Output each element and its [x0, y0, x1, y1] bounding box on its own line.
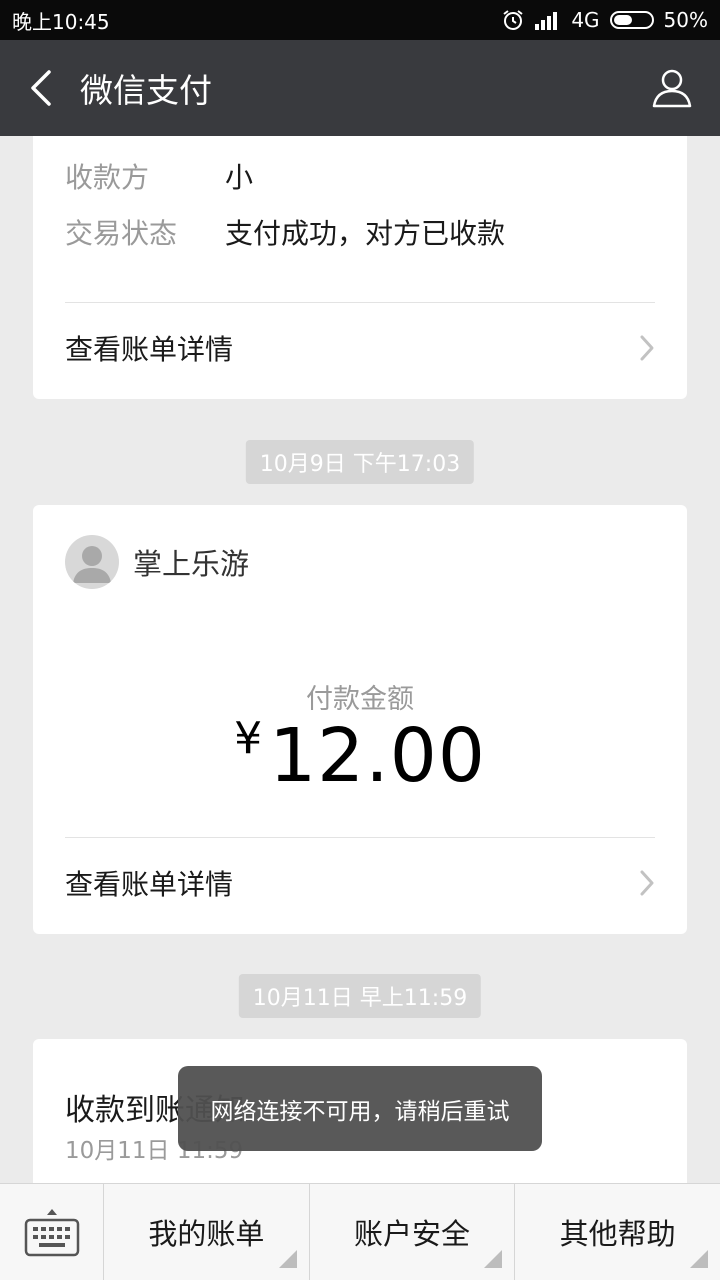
keyboard-icon — [24, 1209, 79, 1257]
menu-my-bills-label: 我的账单 — [148, 1217, 265, 1251]
chevron-right-icon — [639, 869, 655, 897]
payee-label: 收款方 — [65, 161, 150, 194]
keyboard-toggle-button[interactable] — [0, 1184, 104, 1280]
timestamp-chip: 10月11日 早上11:59 — [238, 974, 482, 1018]
payee-value: 小 — [225, 161, 254, 194]
status-time: 晚上10:45 — [12, 9, 110, 34]
payment-amount: ¥12.00 — [33, 713, 687, 799]
app-bar: 微信支付 — [0, 40, 720, 136]
view-bill-details-label: 查看账单详情 — [65, 333, 234, 366]
message-list[interactable]: 收款方 小 交易状态 支付成功，对方已收款 查看账单详情 10月9日 下午17:… — [0, 136, 720, 1184]
network-error-toast: 网络连接不可用，请稍后重试 — [178, 1066, 542, 1151]
back-button[interactable] — [6, 40, 76, 136]
battery-percent: 50% — [663, 8, 708, 32]
signal-icon — [535, 10, 561, 30]
profile-button[interactable] — [624, 40, 720, 136]
submenu-indicator-icon — [484, 1250, 503, 1268]
view-bill-details-link[interactable]: 查看账单详情 — [65, 838, 655, 928]
alarm-icon — [501, 8, 525, 32]
amount-label: 付款金额 — [306, 684, 414, 715]
menu-account-security-label: 账户安全 — [354, 1217, 471, 1251]
transaction-status-row: 交易状态 支付成功，对方已收款 — [65, 212, 505, 252]
currency-symbol: ¥ — [234, 713, 264, 764]
menu-my-bills[interactable]: 我的账单 — [104, 1184, 310, 1280]
network-type: 4G — [571, 8, 600, 32]
default-avatar-icon — [73, 546, 111, 583]
view-bill-details-label: 查看账单详情 — [65, 868, 234, 901]
status-bar: 晚上10:45 4G 50% — [0, 0, 720, 40]
battery-icon — [609, 11, 654, 29]
view-bill-details-link[interactable]: 查看账单详情 — [65, 303, 655, 393]
menu-other-help[interactable]: 其他帮助 — [515, 1184, 720, 1280]
person-icon — [652, 69, 692, 108]
transaction-status-value: 支付成功，对方已收款 — [225, 217, 506, 250]
chevron-right-icon — [639, 334, 655, 362]
timestamp-chip: 10月9日 下午17:03 — [245, 440, 475, 484]
payment-card: 掌上乐游 付款金额 ¥12.00 查看账单详情 — [33, 505, 687, 934]
bottom-menu-bar: 我的账单 账户安全 其他帮助 — [0, 1183, 720, 1280]
submenu-indicator-icon — [278, 1250, 297, 1268]
payment-card-previous: 收款方 小 交易状态 支付成功，对方已收款 查看账单详情 — [33, 136, 687, 399]
menu-other-help-label: 其他帮助 — [559, 1217, 676, 1251]
page-title: 微信支付 — [80, 71, 212, 110]
menu-account-security[interactable]: 账户安全 — [310, 1184, 516, 1280]
avatar — [65, 535, 119, 589]
transaction-status-label: 交易状态 — [65, 217, 178, 250]
payee-row: 收款方 小 — [65, 156, 253, 196]
merchant-name: 掌上乐游 — [133, 547, 250, 581]
amount-value: 12.00 — [269, 713, 486, 799]
submenu-indicator-icon — [690, 1250, 709, 1268]
back-arrow-icon — [31, 70, 51, 106]
merchant-row: 掌上乐游 — [65, 535, 249, 589]
